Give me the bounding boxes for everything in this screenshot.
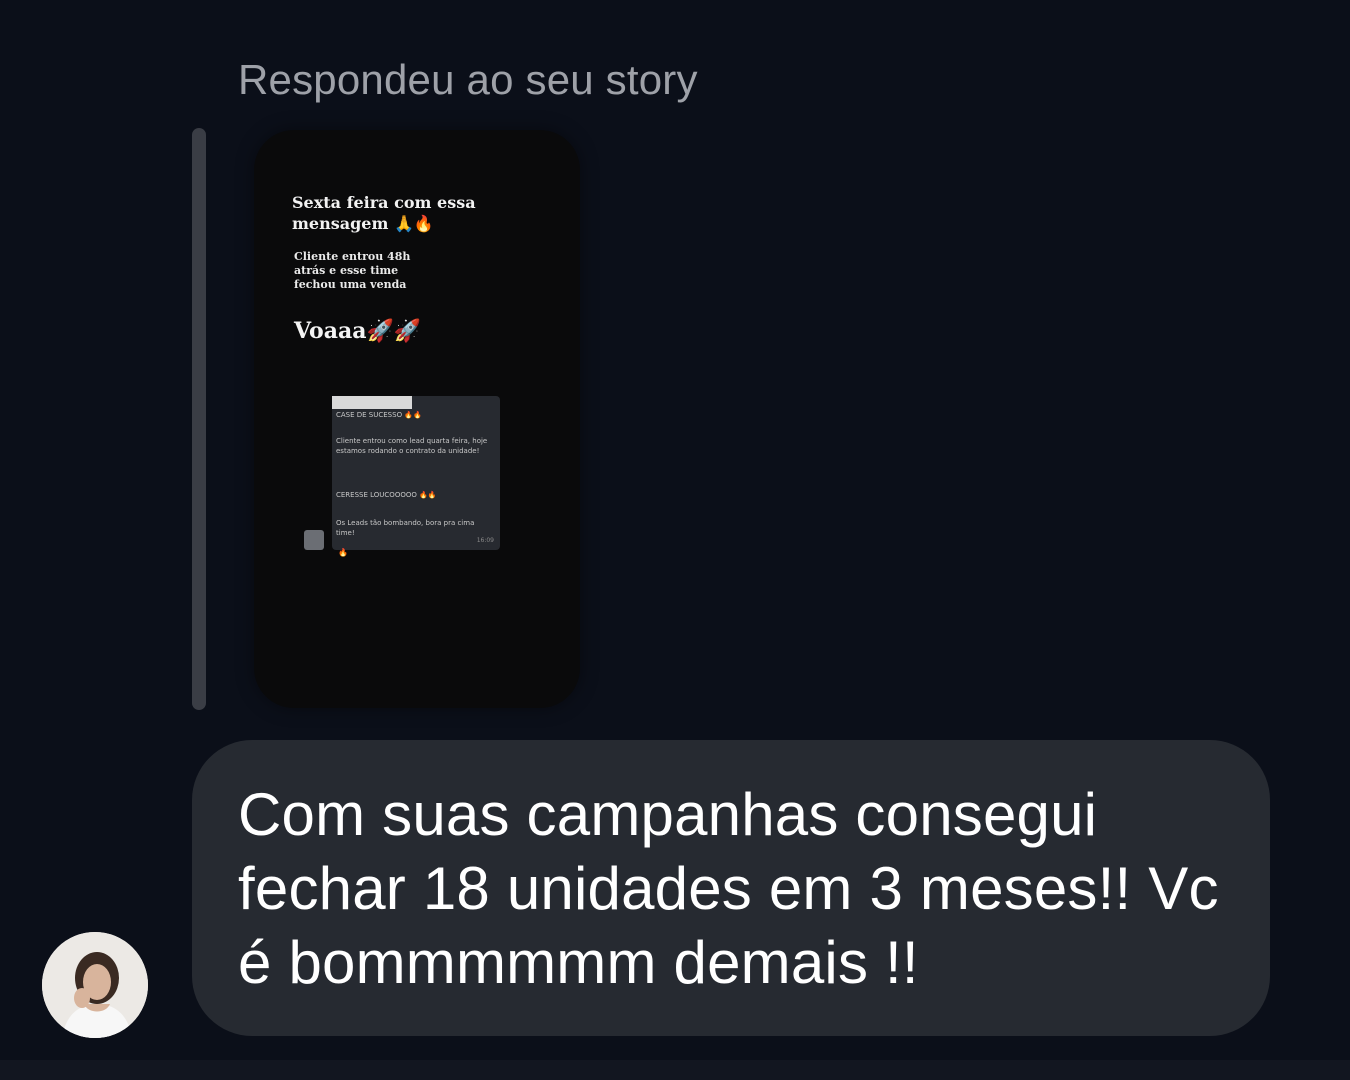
message-text: Com suas campanhas consegui fechar 18 un… xyxy=(238,781,1219,996)
story-preview[interactable]: Sexta feira com essa mensagem 🙏🔥 Cliente… xyxy=(254,130,580,708)
screenshot-message-3: Os Leads tão bombando, bora pra cima tim… xyxy=(336,519,475,537)
profile-photo-avatar-icon xyxy=(42,932,148,1038)
screenshot-message-2: CERESSE LOUCOOOOO 🔥🔥 xyxy=(336,491,437,499)
screenshot-header-text: CASE DE SUCESSO 🔥🔥 xyxy=(336,411,422,419)
story-subtitle: Cliente entrou 48h atrás e esse time fec… xyxy=(294,250,411,291)
sender-avatar[interactable] xyxy=(42,932,148,1038)
screenshot-avatar xyxy=(304,530,324,550)
story-headline: Voaaa🚀🚀 xyxy=(294,318,422,344)
quote-bar xyxy=(192,128,206,710)
story-reply-label: Respondeu ao seu story xyxy=(238,56,698,103)
bottom-edge xyxy=(0,1060,1350,1080)
message-bubble[interactable]: Com suas campanhas consegui fechar 18 un… xyxy=(192,740,1270,1036)
screenshot-header-bar xyxy=(332,396,412,409)
story-title: Sexta feira com essa mensagem 🙏🔥 xyxy=(292,193,476,233)
screenshot-reaction: 🔥 xyxy=(338,548,348,557)
screenshot-timestamp: 16:09 xyxy=(476,537,494,544)
screenshot-message-1: Cliente entrou como lead quarta feira, h… xyxy=(336,437,488,455)
story-chat-screenshot: CASE DE SUCESSO 🔥🔥 Cliente entrou como l… xyxy=(332,396,500,550)
dm-conversation: Respondeu ao seu story Sexta feira com e… xyxy=(0,0,1350,1080)
